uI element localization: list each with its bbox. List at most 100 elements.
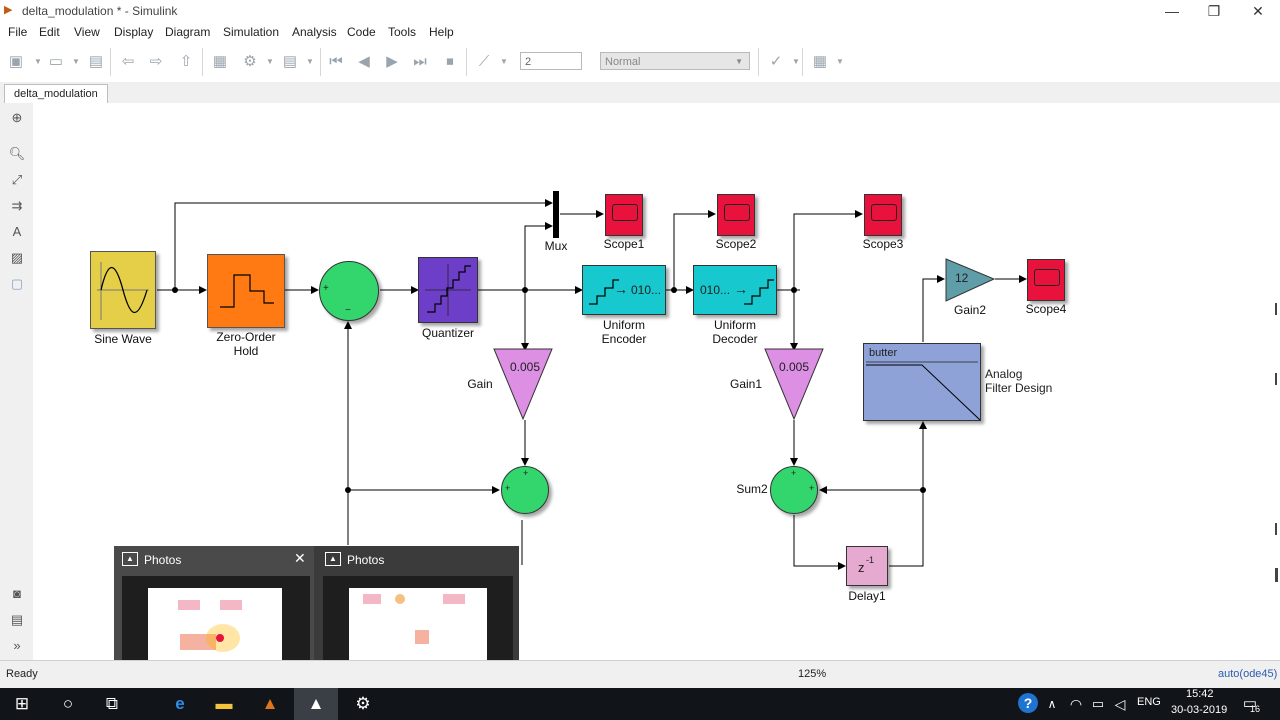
close-icon[interactable]: ✕ [294, 550, 306, 567]
dropdown-arrow-icon[interactable]: ▼ [786, 52, 806, 72]
help-question-icon[interactable]: ? [1018, 693, 1038, 713]
back-arrow-icon[interactable]: ⇦ [118, 52, 138, 72]
cortana-search-icon[interactable]: ○ [56, 692, 80, 716]
toolbar: ▣ ▼ ▭ ▼ ▤ ⇦ ⇨ ⇧ ▦ ⚙ ▼ ▤ ▼ ⏮ ◀ ▶ ⏭ ⏹ ⟋ ▼ … [0, 42, 1280, 83]
settings-gear-icon[interactable]: ⚙ [351, 692, 375, 716]
restore-button[interactable]: ❐ [1192, 0, 1236, 22]
solver-text[interactable]: auto(ode45) [1218, 668, 1280, 680]
scope3-block[interactable] [864, 194, 902, 236]
save-icon[interactable]: ▤ [86, 52, 106, 72]
scope2-block[interactable] [717, 194, 755, 236]
dropdown-arrow-icon[interactable]: ▼ [260, 52, 280, 72]
fit-to-view-icon[interactable]: ⤢ [8, 171, 26, 189]
volume-icon[interactable]: ◁ [1108, 692, 1132, 716]
data-inspector-icon[interactable]: ⟋ [474, 52, 494, 72]
menu-code[interactable]: Code [347, 25, 376, 39]
arrow-right-icon: → [614, 281, 628, 297]
dropdown-arrow-icon[interactable]: ▼ [494, 52, 514, 72]
gain-label: Gain [467, 377, 493, 391]
zoh-stair-icon [220, 274, 274, 308]
up-arrow-icon[interactable]: ⇧ [176, 52, 196, 72]
scope3-label: Scope3 [862, 237, 904, 251]
tab-delta-modulation[interactable]: delta_modulation [4, 84, 108, 104]
stop-time-input[interactable]: 2 [520, 52, 582, 70]
gain1-value: 0.005 [779, 360, 810, 374]
show-hidden-icons-chevron-icon[interactable]: ∧ [1040, 692, 1064, 716]
annotation-icon[interactable]: A [8, 223, 26, 241]
gain2-block[interactable] [944, 257, 998, 303]
sum1-plus-sign: + [523, 468, 529, 478]
file-explorer-icon[interactable]: ▬ [212, 692, 236, 716]
new-model-icon[interactable]: ▣ [6, 52, 26, 72]
menu-help[interactable]: Help [429, 25, 454, 39]
image-icon[interactable]: ▨ [8, 249, 26, 267]
clock-date[interactable]: 30-03-2019 [1171, 704, 1227, 716]
mux-block[interactable] [553, 191, 559, 238]
photos-icon: ▲ [307, 694, 325, 713]
explorer-bar-icon[interactable]: ▤ [8, 611, 26, 629]
photos-preview-title: Photos [347, 553, 385, 567]
scope4-block[interactable] [1027, 259, 1065, 301]
dropdown-arrow-icon[interactable]: ▼ [28, 52, 48, 72]
analog-filter-design-block[interactable]: butter [863, 343, 981, 421]
step-back-icon[interactable]: ◀ [354, 52, 374, 72]
edge-browser-icon[interactable]: e [168, 692, 192, 716]
step-back-icon[interactable]: ⏮ [326, 52, 346, 72]
minimize-button[interactable]: — [1150, 0, 1194, 22]
collapse-icon[interactable]: » [8, 637, 26, 655]
model-explorer-icon[interactable]: ▤ [280, 52, 300, 72]
simulation-mode-select[interactable]: Normal ▼ [600, 52, 750, 70]
stop-icon[interactable]: ⏹ [440, 52, 460, 72]
wifi-icon[interactable]: ◠ [1064, 692, 1088, 716]
model-config-gear-icon[interactable]: ⚙ [240, 52, 260, 72]
menu-display[interactable]: Display [114, 25, 153, 39]
model-advisor-check-icon[interactable]: ✓ [766, 52, 786, 72]
build-grid-icon[interactable]: ▦ [810, 52, 830, 72]
delay1-block[interactable]: z -1 [846, 546, 888, 586]
menu-simulation[interactable]: Simulation [223, 25, 279, 39]
task-view-icon[interactable]: ⧉ [100, 692, 124, 716]
notification-count-badge: 16 [1250, 704, 1261, 714]
clock-time[interactable]: 15:42 [1186, 688, 1214, 700]
hide-show-browser-icon[interactable]: ⊕ [8, 109, 26, 127]
scope1-block[interactable] [605, 194, 643, 236]
area-icon[interactable]: ▢ [8, 275, 26, 293]
gain1-block[interactable] [763, 347, 827, 423]
photos-taskbar-button[interactable]: ▲ [294, 688, 338, 720]
windows-start-icon[interactable]: ⊞ [10, 692, 34, 716]
step-forward-icon[interactable]: ⏭ [410, 52, 430, 72]
uniform-decoder-block[interactable]: 010... → [693, 265, 777, 315]
forward-arrow-icon[interactable]: ⇨ [146, 52, 166, 72]
sine-wave-block[interactable] [90, 251, 156, 329]
menu-tools[interactable]: Tools [388, 25, 416, 39]
toolbar-separator [466, 48, 467, 76]
menu-edit[interactable]: Edit [39, 25, 60, 39]
screenshot-camera-icon[interactable]: ◙ [8, 585, 26, 603]
uniform-encoder-label-2: Encoder [601, 332, 647, 346]
delay-z-text: z [858, 560, 865, 575]
battery-icon[interactable]: ▭ [1086, 692, 1110, 716]
uniform-encoder-block[interactable]: → 010... [582, 265, 666, 315]
library-browser-icon[interactable]: ▦ [210, 52, 230, 72]
zoom-icon[interactable]: 🔍︎ [8, 145, 26, 163]
matlab-icon[interactable]: ▲ [258, 692, 282, 716]
dropdown-arrow-icon[interactable]: ▼ [830, 52, 850, 72]
lowpass-response-icon [866, 361, 980, 420]
menu-analysis[interactable]: Analysis [292, 25, 337, 39]
route-lines-icon[interactable]: ⇉ [8, 197, 26, 215]
menu-file[interactable]: File [8, 25, 27, 39]
uniform-encoder-label-1: Uniform [602, 318, 645, 332]
menu-view[interactable]: View [74, 25, 100, 39]
close-button[interactable]: ✕ [1236, 0, 1280, 22]
sum2-label: Sum2 [736, 482, 768, 496]
run-icon[interactable]: ▶ [382, 52, 402, 72]
quantizer-block[interactable] [418, 257, 478, 323]
zero-order-hold-block[interactable] [207, 254, 285, 328]
photos-app-icon: ▲ [325, 552, 341, 566]
menu-diagram[interactable]: Diagram [165, 25, 210, 39]
language-indicator[interactable]: ENG [1137, 696, 1161, 708]
gain-value: 0.005 [510, 360, 541, 374]
dropdown-arrow-icon[interactable]: ▼ [300, 52, 320, 72]
open-folder-icon[interactable]: ▭ [46, 52, 66, 72]
dropdown-arrow-icon[interactable]: ▼ [66, 52, 86, 72]
